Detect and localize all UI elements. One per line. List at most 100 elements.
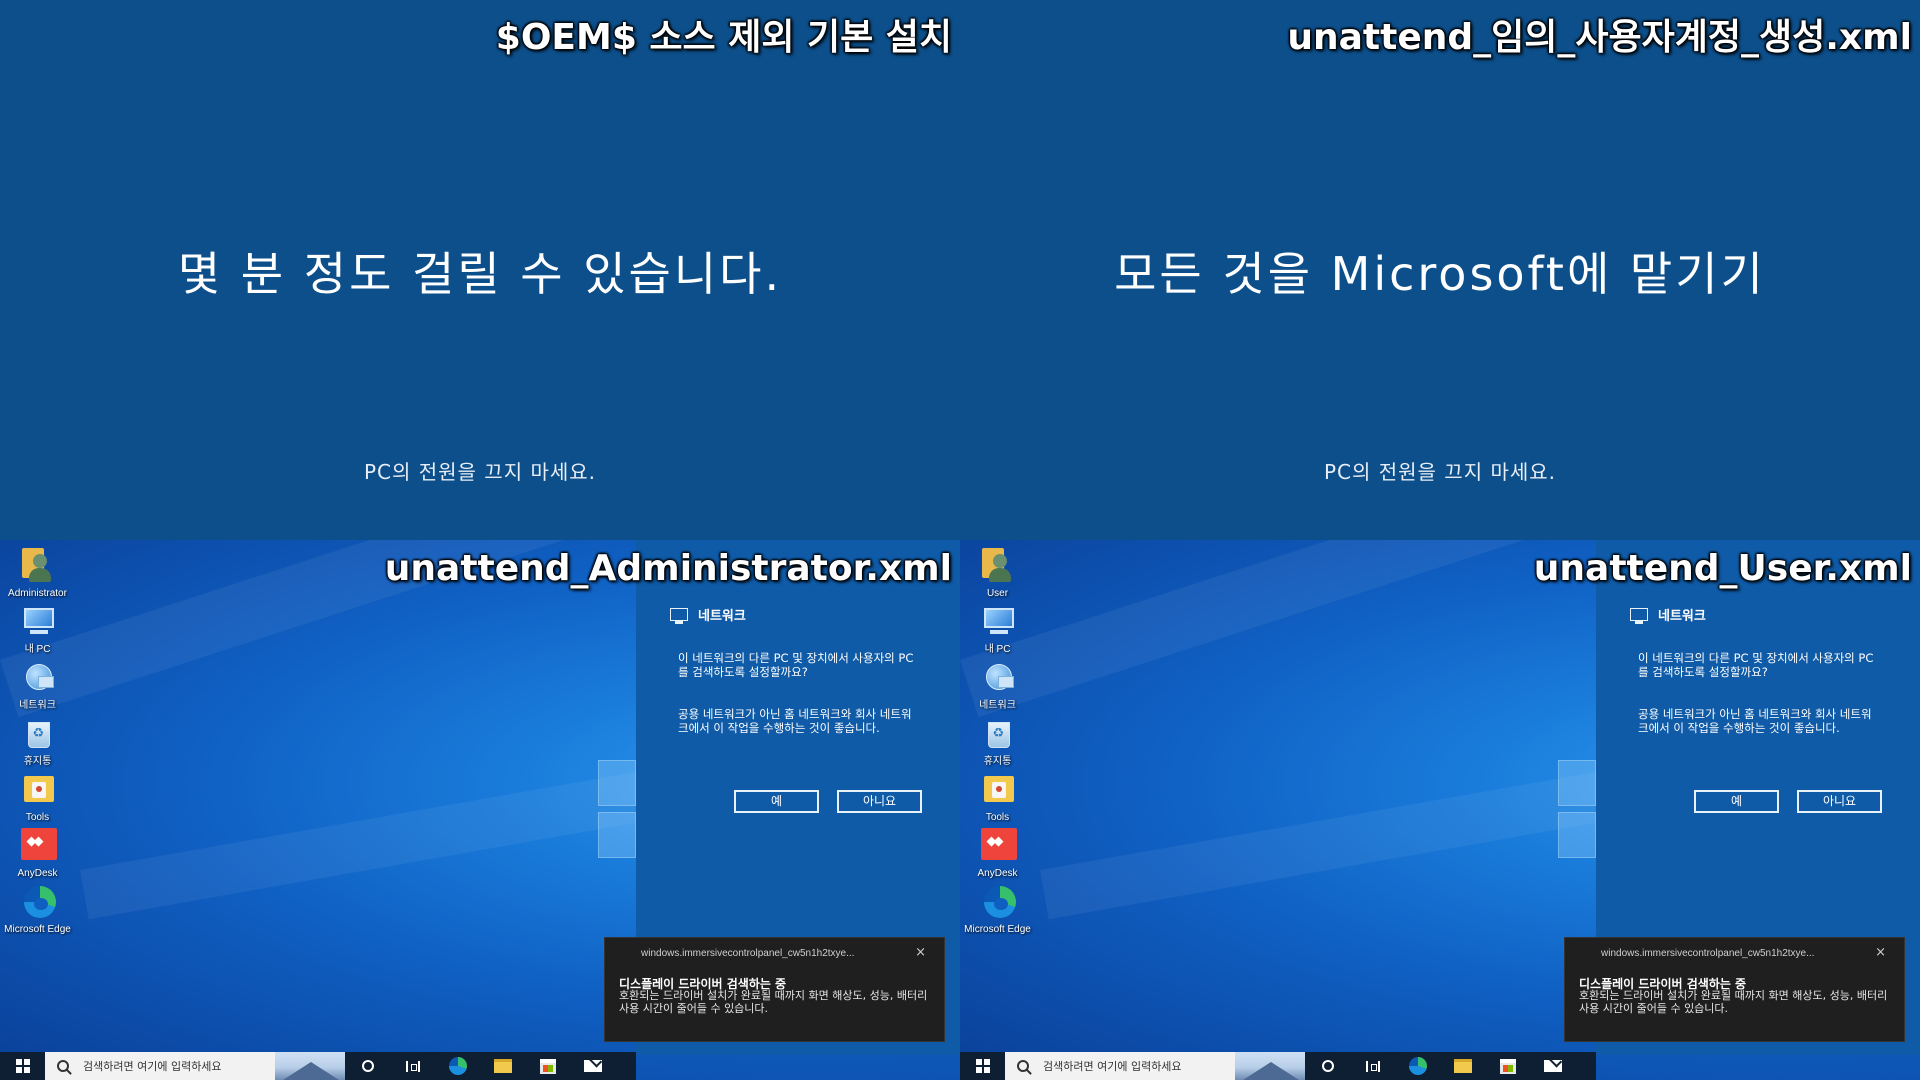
anydesk-icon <box>978 826 1018 866</box>
oobe-main-message: 모든 것을 Microsoft에 맡기기 <box>1114 247 1766 301</box>
desktop-icon-edge[interactable]: Microsoft Edge <box>960 882 1035 935</box>
desktop-icon-label: Administrator <box>8 588 67 599</box>
quadrant-administrator-desktop: unattend_Administrator.xml Administrator… <box>0 540 960 1080</box>
panel-question: 이 네트워크의 다른 PC 및 장치에서 사용자의 PC를 검색하도록 설정할까… <box>678 651 914 679</box>
no-button[interactable]: 아니요 <box>1797 790 1882 813</box>
taskbar-mail-button[interactable] <box>1530 1052 1575 1080</box>
desktop-icon-edge[interactable]: Microsoft Edge <box>0 882 75 935</box>
desktop-icon-network[interactable]: 네트워크 <box>0 658 75 711</box>
desktop-icon-label: AnyDesk <box>977 868 1018 879</box>
cortana-button[interactable] <box>1305 1052 1350 1080</box>
search-icon <box>1017 1060 1029 1072</box>
cortana-icon <box>361 1060 374 1072</box>
windows-logo-pane <box>598 760 636 806</box>
desktop-icon-label: Microsoft Edge <box>4 924 71 935</box>
mail-icon <box>583 1060 602 1072</box>
tools-folder-icon <box>18 770 58 810</box>
desktop-icon-user-folder[interactable]: Administrator <box>0 546 75 599</box>
driver-search-toast[interactable]: windows.immersivecontrolpanel_cw5n1h2txy… <box>604 937 945 1042</box>
taskbar-edge-button[interactable] <box>435 1052 480 1080</box>
mail-icon <box>1543 1060 1562 1072</box>
quadrant-user-desktop: unattend_User.xml User 내 PC 네트워크 휴지통 <box>960 540 1920 1080</box>
panel-title: 네트워크 <box>1658 609 1706 624</box>
driver-search-toast[interactable]: windows.immersivecontrolpanel_cw5n1h2txy… <box>1564 937 1905 1042</box>
windows-logo-pane <box>1558 812 1596 858</box>
desktop-icon-label: User <box>986 588 1009 599</box>
desktop-icon-label: Microsoft Edge <box>964 924 1031 935</box>
no-button[interactable]: 아니요 <box>837 790 922 813</box>
start-icon <box>975 1059 990 1073</box>
taskbar-explorer-button[interactable] <box>1440 1052 1485 1080</box>
panel-header: 네트워크 <box>1630 605 1706 624</box>
toast-app-name: windows.immersivecontrolpanel_cw5n1h2txy… <box>1601 948 1815 959</box>
desktop-icon-this-pc[interactable]: 내 PC <box>960 602 1035 655</box>
recycle-bin-icon <box>18 714 58 754</box>
task-view-button[interactable] <box>390 1052 435 1080</box>
desktop: unattend_Administrator.xml Administrator… <box>0 540 960 1080</box>
taskbar-mail-button[interactable] <box>570 1052 615 1080</box>
file-explorer-icon <box>1453 1059 1472 1073</box>
quadrant-random-user-account: unattend_임의_사용자계정_생성.xml 모든 것을 Microsoft… <box>960 0 1920 540</box>
yes-button[interactable]: 예 <box>1694 790 1779 813</box>
quadrant-caption: unattend_User.xml <box>1533 548 1912 589</box>
task-view-button[interactable] <box>1350 1052 1395 1080</box>
desktop-icon-this-pc[interactable]: 내 PC <box>0 602 75 655</box>
panel-question: 이 네트워크의 다른 PC 및 장치에서 사용자의 PC를 검색하도록 설정할까… <box>1638 651 1874 679</box>
oobe-sub-message: PC의 전원을 끄지 마세요. <box>363 460 597 484</box>
start-button[interactable] <box>0 1052 45 1080</box>
close-icon[interactable]: × <box>1875 945 1886 960</box>
tools-folder-icon <box>978 770 1018 810</box>
toast-body: 호환되는 드라이버 설치가 완료될 때까지 화면 해상도, 성능, 배터리 사용… <box>619 989 928 1015</box>
edge-icon <box>18 882 58 922</box>
start-icon <box>15 1059 30 1073</box>
desktop-icon-anydesk[interactable]: AnyDesk <box>960 826 1035 879</box>
cortana-icon <box>1321 1060 1334 1072</box>
edge-icon <box>1408 1057 1427 1075</box>
desktop-icon-label: 네트워크 <box>979 700 1016 711</box>
close-icon[interactable]: × <box>915 945 926 960</box>
search-placeholder: 검색하려면 여기에 입력하세요 <box>1043 1060 1182 1073</box>
store-icon <box>1499 1058 1516 1074</box>
desktop-icon-tools[interactable]: Tools <box>960 770 1035 823</box>
start-button[interactable] <box>960 1052 1005 1080</box>
panel-header: 네트워크 <box>670 605 746 624</box>
edge-icon <box>978 882 1018 922</box>
edge-icon <box>448 1057 467 1075</box>
desktop: unattend_User.xml User 내 PC 네트워크 휴지통 <box>960 540 1920 1080</box>
cortana-button[interactable] <box>345 1052 390 1080</box>
desktop-icon-network[interactable]: 네트워크 <box>960 658 1035 711</box>
taskbar-explorer-button[interactable] <box>480 1052 525 1080</box>
oobe-main-message: 몇 분 정도 걸릴 수 있습니다. <box>177 247 783 301</box>
quadrant-caption: unattend_Administrator.xml <box>384 548 952 589</box>
desktop-icon-recycle-bin[interactable]: 휴지통 <box>0 714 75 767</box>
desktop-icon-label: Tools <box>25 812 50 823</box>
taskbar-edge-button[interactable] <box>1395 1052 1440 1080</box>
quadrant-caption: $OEM$ 소스 제외 기본 설치 <box>495 17 952 58</box>
panel-title: 네트워크 <box>698 609 746 624</box>
desktop-icon-user-folder[interactable]: User <box>960 546 1035 599</box>
yes-button[interactable]: 예 <box>734 790 819 813</box>
search-highlight-image <box>275 1052 345 1080</box>
desktop-icon-recycle-bin[interactable]: 휴지통 <box>960 714 1035 767</box>
user-folder-icon <box>978 546 1018 586</box>
taskbar-search-box[interactable]: 검색하려면 여기에 입력하세요 <box>1005 1052 1305 1080</box>
anydesk-icon <box>18 826 58 866</box>
taskbar-store-button[interactable] <box>525 1052 570 1080</box>
network-monitor-icon <box>1630 608 1648 624</box>
store-icon <box>539 1058 556 1074</box>
desktop-icon-label: AnyDesk <box>17 868 58 879</box>
desktop-icon-label: 내 PC <box>24 644 51 655</box>
windows-logo-pane <box>598 812 636 858</box>
desktop-icon-tools[interactable]: Tools <box>0 770 75 823</box>
desktop-icon-label: 내 PC <box>984 644 1011 655</box>
task-view-icon <box>1365 1060 1380 1072</box>
taskbar-search-box[interactable]: 검색하려면 여기에 입력하세요 <box>45 1052 345 1080</box>
taskbar: 검색하려면 여기에 입력하세요 <box>0 1052 636 1080</box>
network-icon <box>978 658 1018 698</box>
desktop-icon-anydesk[interactable]: AnyDesk <box>0 826 75 879</box>
windows-logo-pane <box>1558 760 1596 806</box>
oobe-sub-message: PC의 전원을 끄지 마세요. <box>1323 460 1557 484</box>
desktop-icon-label: 네트워크 <box>19 700 56 711</box>
taskbar-store-button[interactable] <box>1485 1052 1530 1080</box>
search-icon <box>57 1060 69 1072</box>
